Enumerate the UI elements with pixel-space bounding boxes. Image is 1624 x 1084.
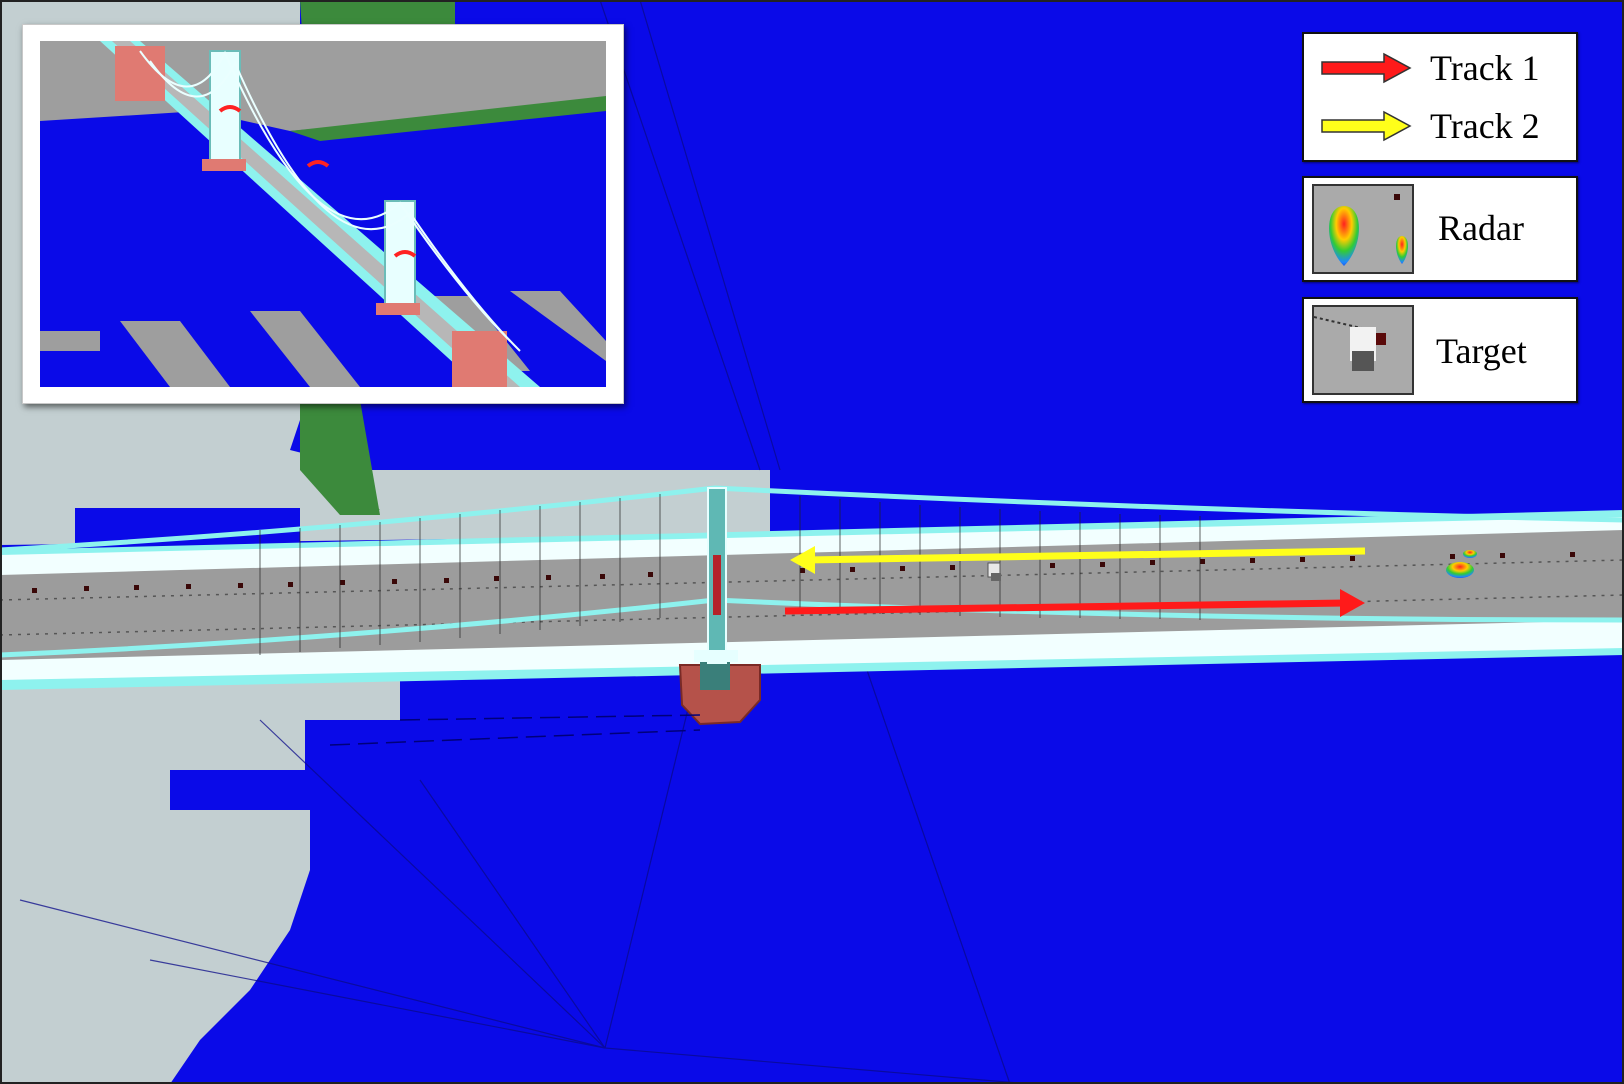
legend-tracks-box: Track 1 Track 2 bbox=[1302, 32, 1578, 162]
legend-track-2-label: Track 2 bbox=[1430, 106, 1540, 146]
inset-3d-view bbox=[22, 24, 624, 404]
legend-radar-label: Radar bbox=[1438, 208, 1524, 248]
legend-target-label: Target bbox=[1436, 331, 1527, 371]
legend-track-1-label: Track 1 bbox=[1430, 48, 1540, 88]
inset-bridge-render bbox=[40, 41, 606, 387]
red-arrow-icon bbox=[1321, 52, 1412, 84]
radar-lobe-icon bbox=[1312, 184, 1414, 274]
target-cube-icon bbox=[1312, 305, 1414, 395]
yellow-arrow-icon bbox=[1321, 110, 1412, 142]
legend-target-box: Target bbox=[1302, 297, 1578, 403]
legend-radar-box: Radar bbox=[1302, 176, 1578, 282]
